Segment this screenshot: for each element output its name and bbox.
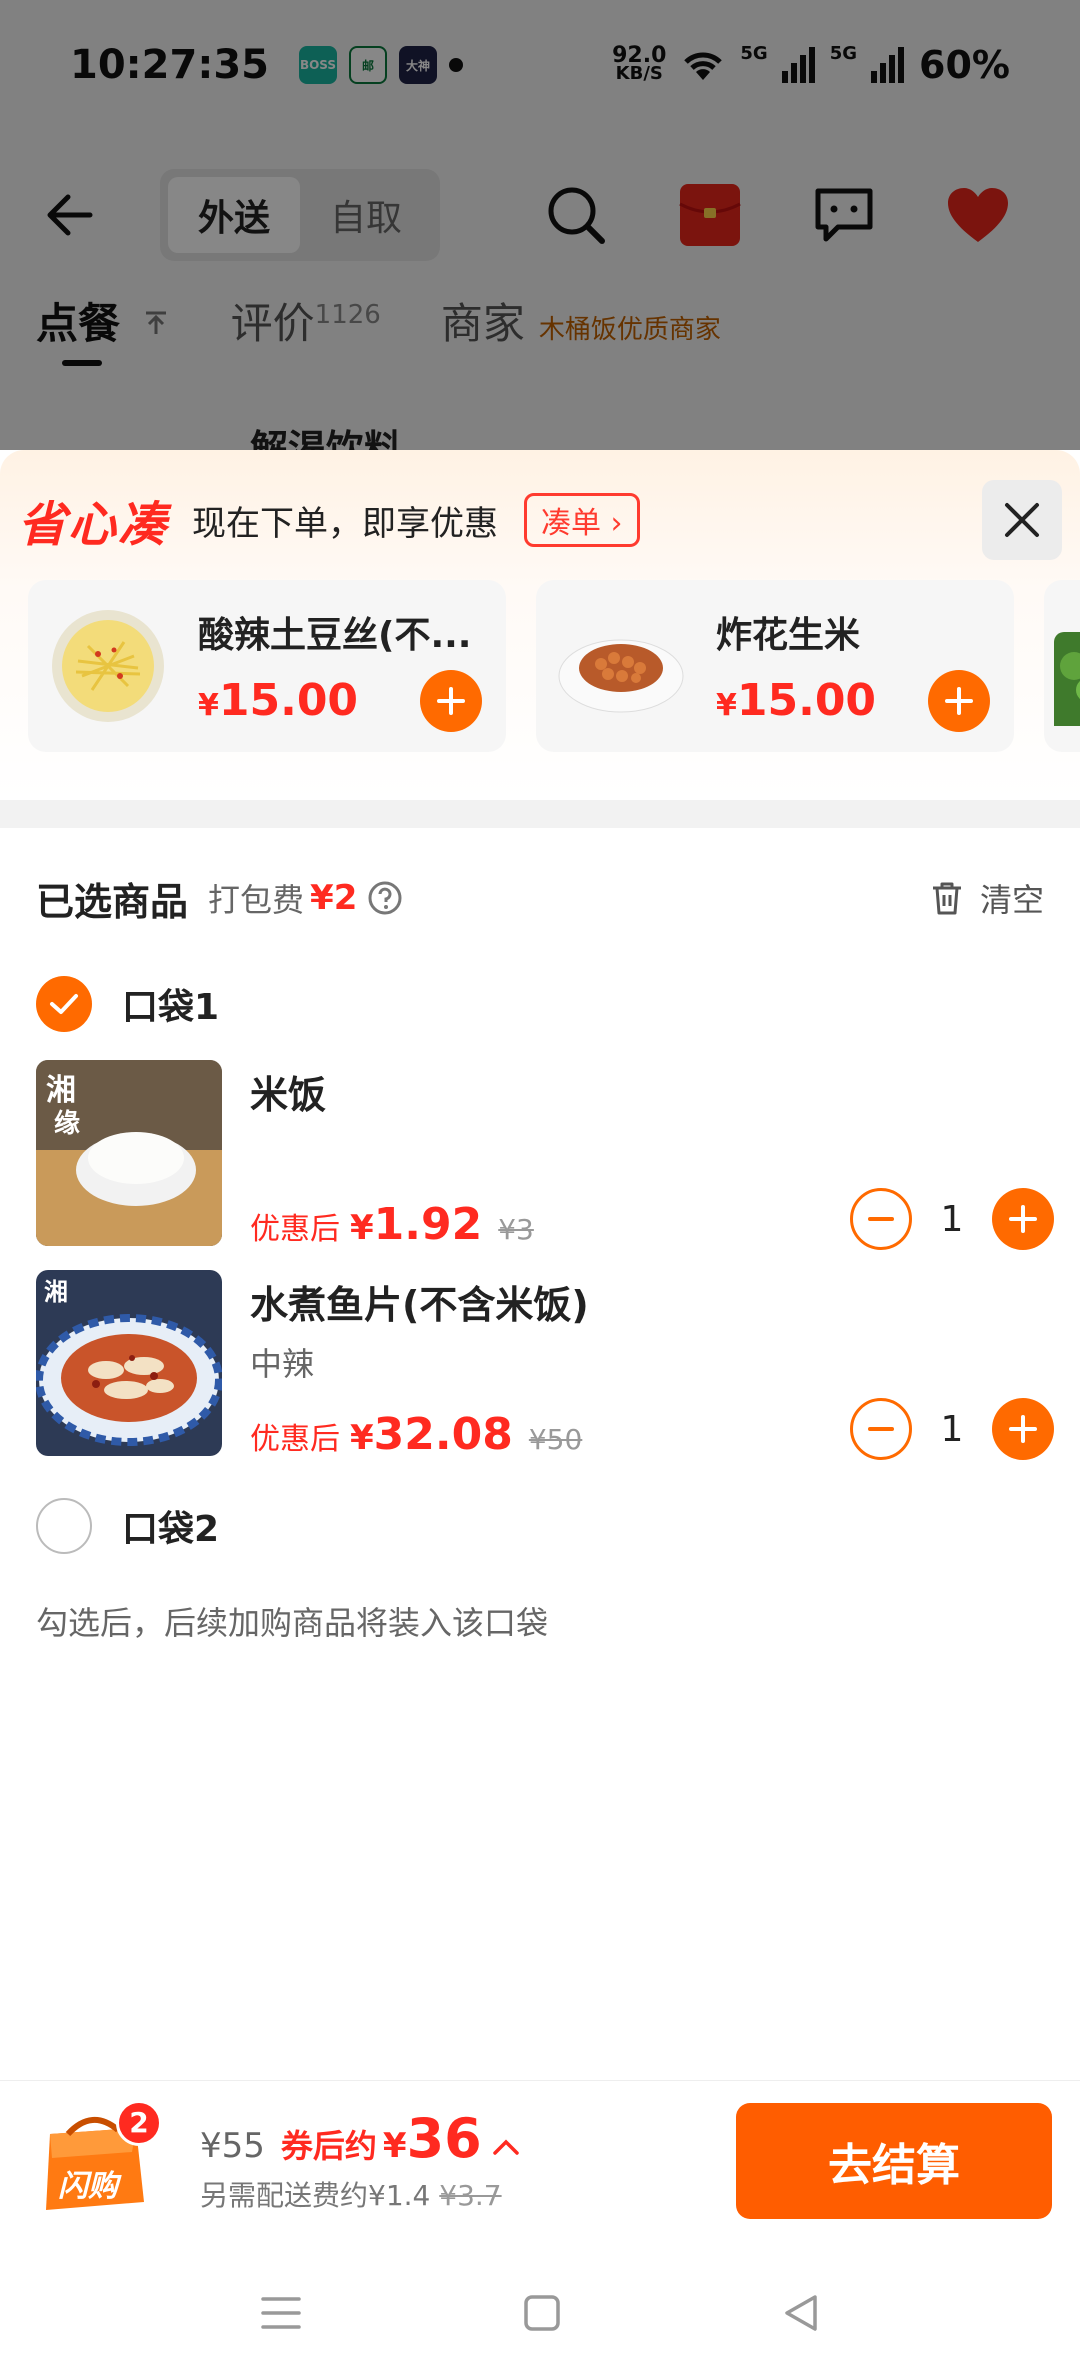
clear-label: 清空 (979, 881, 1044, 919)
cart-button[interactable]: 闪购 2 (28, 2099, 162, 2216)
recommendation-card[interactable]: 酸辣土豆丝(不... ¥15.00 (28, 580, 506, 752)
minus-icon (868, 1427, 894, 1431)
recommendation-info: 炸花生米 ¥15.00 (716, 606, 876, 726)
add-on-label: 凑单 (541, 506, 602, 541)
increase-button[interactable] (992, 1188, 1054, 1250)
increase-button[interactable] (992, 1398, 1054, 1460)
quantity-stepper: 1 (850, 1398, 1054, 1460)
recommendation-card-partial[interactable] (1044, 580, 1080, 752)
home-icon[interactable] (522, 2293, 562, 2333)
svg-text:湘: 湘 (44, 1277, 68, 1306)
summary-line: ¥55 券后约 ¥ 36 (200, 2107, 520, 2170)
vegetable-dish-image (1054, 632, 1080, 726)
back-icon[interactable] (781, 2293, 821, 2333)
recommendation-list: 酸辣土豆丝(不... ¥15.00 炸花生米 ¥15.00 (0, 560, 1080, 752)
section-divider (0, 800, 1080, 828)
checkout-button[interactable]: 去结算 (736, 2102, 1052, 2219)
old-price: ¥50 (528, 1423, 583, 1456)
delivery-fee-old: ¥3.7 (439, 2179, 502, 2212)
bag2-label: 口袋2 (122, 1509, 220, 1550)
selected-title: 已选商品 (36, 879, 189, 924)
price-value: 15.00 (218, 675, 359, 726)
original-total: ¥55 (200, 2126, 265, 2166)
bag1-row[interactable]: 口袋1 (0, 968, 1080, 1040)
decrease-button[interactable] (850, 1188, 912, 1250)
delivery-fee-note: 另需配送费约¥1.4 ¥3.7 (200, 2174, 520, 2214)
rice-photo: 湘 缘 (36, 1060, 222, 1246)
promo-logo: 省心凑 (18, 497, 169, 553)
add-on-button[interactable]: 凑单 › (524, 493, 640, 547)
menu-icon[interactable] (259, 2293, 303, 2333)
old-price: ¥3 (498, 1213, 534, 1246)
price-label: 优惠后 (250, 1422, 340, 1457)
promo-section: 省心凑 现在下单，即享优惠 凑单 › 酸辣土豆丝(不... ¥15.00 炸花生… (0, 450, 1080, 800)
item-spec: 中辣 (250, 1345, 315, 1383)
clear-cart-button[interactable]: 清空 (930, 875, 1044, 921)
modal-overlay[interactable] (0, 0, 1080, 450)
item-price: 优惠后 ¥ 1.92 ¥3 (250, 1199, 534, 1250)
trash-icon (932, 882, 961, 915)
bag2-row[interactable]: 口袋2 (0, 1490, 1080, 1562)
price-summary[interactable]: ¥55 券后约 ¥ 36 另需配送费约¥1.4 ¥3.7 (200, 2107, 520, 2214)
promo-text: 现在下单，即享优惠 (192, 503, 499, 544)
promo-header: 省心凑 现在下单，即享优惠 凑单 › (0, 480, 1080, 560)
recommendation-name: 炸花生米 (716, 615, 861, 656)
plus-icon (1009, 1205, 1037, 1233)
plus-icon (437, 687, 465, 715)
plus-icon (945, 687, 973, 715)
currency-symbol: ¥ (350, 1418, 374, 1458)
delivery-fee-text: 另需配送费约¥1.4 (200, 2179, 431, 2212)
fish-photo: 湘 (36, 1270, 222, 1456)
packing-fee-value: ¥2 (310, 878, 358, 918)
svg-text:缘: 缘 (54, 1109, 80, 1139)
add-item-button[interactable] (928, 670, 990, 732)
cart-count-badge: 2 (116, 2099, 162, 2146)
selected-header: 已选商品 打包费 ¥2 清空 (0, 828, 1080, 968)
item-name: 水煮鱼片(不含米饭) (250, 1283, 589, 1327)
quantity-value: 1 (940, 1198, 964, 1240)
currency-symbol: ¥ (350, 1208, 374, 1248)
chevron-up-icon (493, 2139, 519, 2155)
close-icon (1005, 503, 1039, 537)
price-value: 32.08 (373, 1409, 513, 1460)
peanut-dish-image (558, 639, 684, 713)
add-item-button[interactable] (420, 670, 482, 732)
close-button[interactable] (982, 480, 1062, 560)
recommendation-name: 酸辣土豆丝(不... (198, 615, 472, 656)
packing-fee-label: 打包费 (208, 881, 305, 919)
decrease-button[interactable] (850, 1398, 912, 1460)
recommendation-card[interactable]: 炸花生米 ¥15.00 (536, 580, 1014, 752)
cart-label-text: 闪购 (58, 2169, 122, 2204)
cart-sheet: 省心凑 现在下单，即享优惠 凑单 › 酸辣土豆丝(不... ¥15.00 炸花生… (0, 450, 1080, 2080)
fish-image: 湘 (36, 1270, 222, 1456)
after-coupon-label: 券后约 (280, 2127, 377, 2165)
currency-symbol: ¥ (382, 2126, 407, 2166)
quantity-stepper: 1 (850, 1188, 1054, 1250)
help-icon[interactable] (367, 880, 403, 916)
minus-icon (868, 1217, 894, 1221)
currency-symbol: ¥ (716, 688, 737, 723)
rice-image: 湘 缘 (36, 1060, 222, 1246)
price-value: 15.00 (736, 675, 877, 726)
bag2-note: 勾选后，后续加购商品将装入该口袋 (36, 1604, 549, 1642)
cart-item: 湘 水煮鱼片(不含米饭) 中辣 优惠后 ¥ 32.08 ¥50 1 (0, 1270, 1080, 1460)
item-price: 优惠后 ¥ 32.08 ¥50 (250, 1409, 582, 1460)
price-value: 1.92 (373, 1199, 483, 1250)
bag1-label: 口袋1 (122, 987, 220, 1028)
item-name: 米饭 (250, 1073, 327, 1117)
potato-dish-image (52, 610, 164, 722)
system-navigation (0, 2250, 1080, 2376)
cart-item: 湘 缘 米饭 优惠后 ¥ 1.92 ¥3 1 (0, 1060, 1080, 1250)
checkout-bar: 闪购 2 ¥55 券后约 ¥ 36 另需配送费约¥1.4 ¥3.7 去结算 (0, 2080, 1080, 2240)
currency-symbol: ¥ (198, 688, 219, 723)
plus-icon (1009, 1415, 1037, 1443)
estimated-total: 36 (406, 2107, 482, 2170)
bag1-checkbox[interactable] (36, 976, 92, 1032)
recommendation-price: ¥15.00 (716, 675, 876, 726)
price-label: 优惠后 (250, 1212, 340, 1247)
bag2-checkbox[interactable] (36, 1498, 92, 1554)
quantity-value: 1 (940, 1408, 964, 1450)
checkmark-icon (50, 994, 78, 1014)
svg-text:湘: 湘 (46, 1073, 76, 1108)
